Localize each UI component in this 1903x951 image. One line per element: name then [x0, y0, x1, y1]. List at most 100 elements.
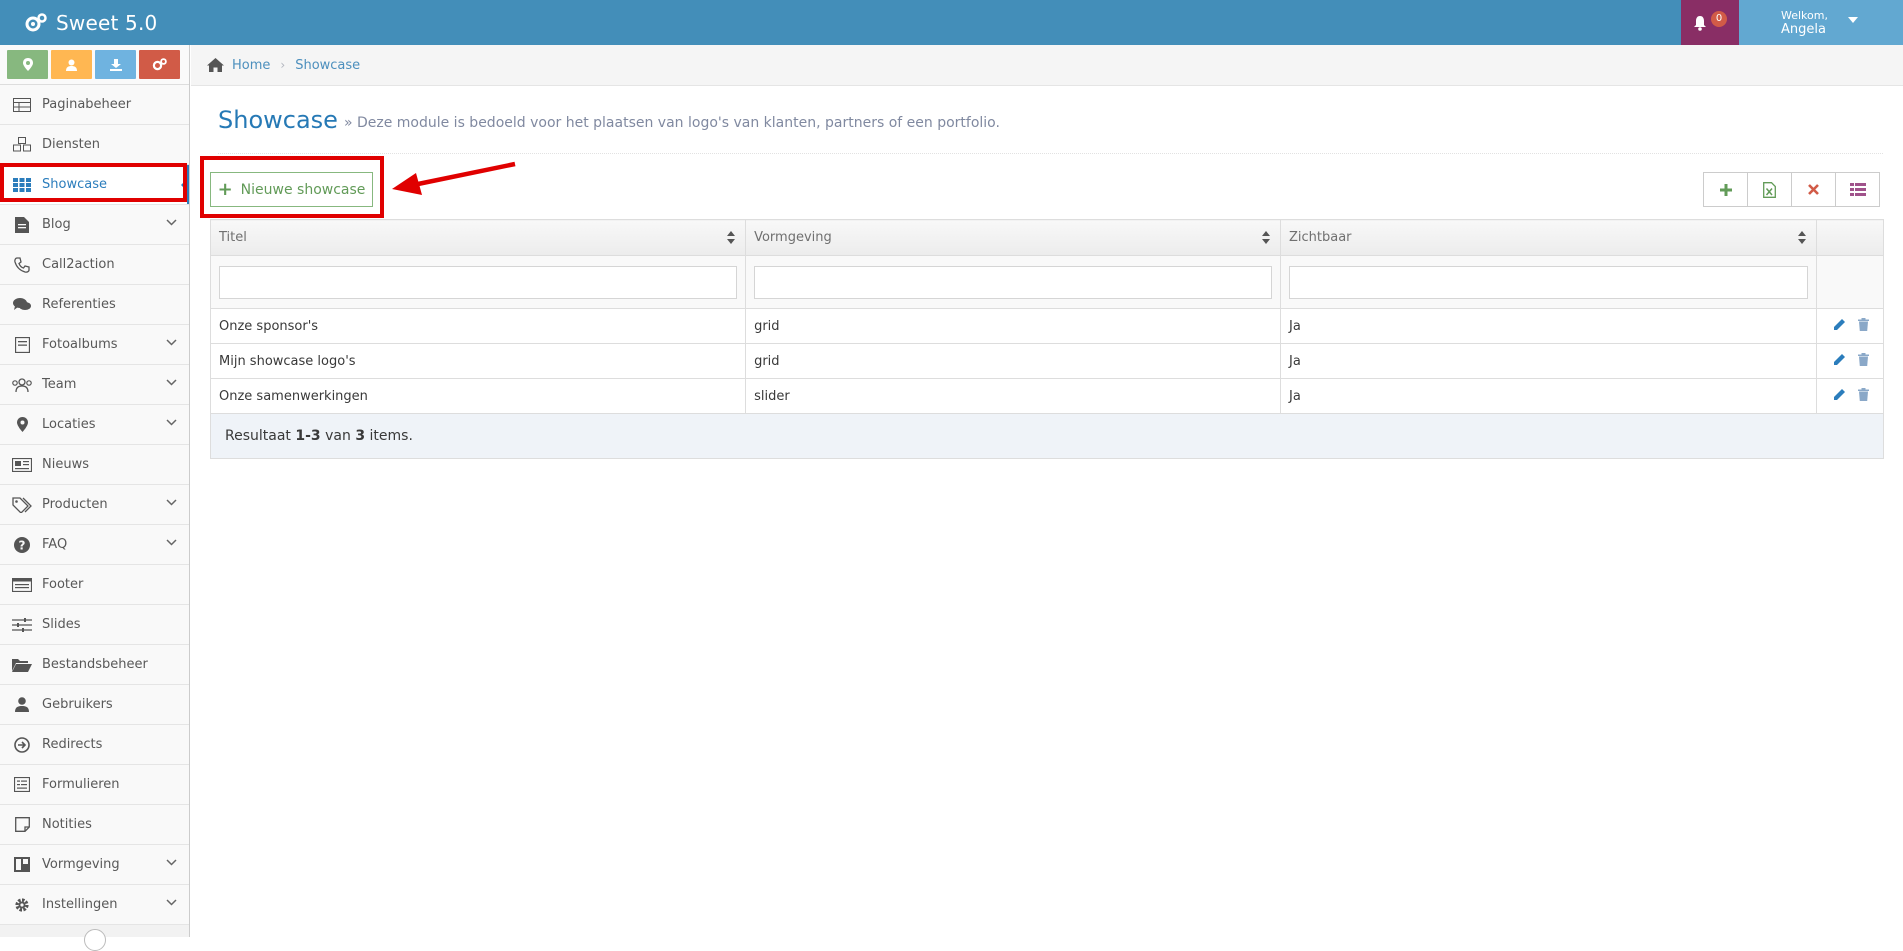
- breadcrumb-current[interactable]: Showcase: [295, 58, 360, 73]
- column-header-actions: [1815, 219, 1885, 256]
- trash-icon[interactable]: [1858, 317, 1869, 335]
- users-icon: [11, 376, 33, 394]
- trash-icon[interactable]: [1858, 352, 1869, 370]
- tags-icon: [11, 496, 33, 514]
- cog-icon: [11, 896, 33, 914]
- sidebar-item-bestandsbeheer[interactable]: Bestandsbeheer: [0, 645, 189, 685]
- breadcrumb-separator-icon: ›: [280, 58, 286, 72]
- sidebar: Paginabeheer Diensten Showcase Blog Call…: [0, 45, 190, 951]
- sidebar-item-vormgeving[interactable]: Vormgeving: [0, 845, 189, 885]
- sidebar-item-call2action[interactable]: Call2action: [0, 245, 189, 285]
- pencil-icon[interactable]: [1833, 318, 1846, 335]
- bell-icon: [1694, 15, 1706, 31]
- book-icon: [11, 336, 33, 354]
- sidebar-item-label: Call2action: [42, 257, 115, 272]
- chevron-down-icon: [166, 859, 177, 866]
- sidebar-item-footer[interactable]: Footer: [0, 565, 189, 605]
- sidebar-item-nieuws[interactable]: Nieuws: [0, 445, 189, 485]
- shortcut-user-button[interactable]: [51, 50, 92, 79]
- list-icon: [1849, 183, 1866, 196]
- chevron-down-icon: [166, 419, 177, 426]
- filter-zichtbaar-input[interactable]: [1289, 265, 1808, 299]
- user-menu[interactable]: Welkom, Angela: [1739, 0, 1903, 45]
- column-header-titel[interactable]: Titel: [209, 219, 747, 256]
- sidebar-item-label: Gebruikers: [42, 697, 113, 712]
- arrow-circle-icon: [11, 736, 33, 754]
- add-row-button[interactable]: [1703, 172, 1748, 207]
- sidebar-item-producten[interactable]: Producten: [0, 485, 189, 525]
- column-header-vormgeving[interactable]: Vormgeving: [745, 219, 1281, 256]
- table-row[interactable]: Onze samenwerkingen slider Ja: [209, 378, 1885, 414]
- sidebar-collapse-button[interactable]: [84, 929, 106, 951]
- sidebar-item-notities[interactable]: Notities: [0, 805, 189, 845]
- cell-zichtbaar: Ja: [1280, 343, 1817, 379]
- cell-zichtbaar: Ja: [1280, 308, 1817, 344]
- sidebar-item-faq[interactable]: ? FAQ: [0, 525, 189, 565]
- filter-titel-input[interactable]: [219, 265, 738, 299]
- map-marker-icon: [11, 416, 33, 434]
- chevron-down-icon: [166, 539, 177, 546]
- sort-icon: [1797, 231, 1806, 245]
- table-icon: [11, 96, 33, 114]
- question-icon: ?: [11, 536, 33, 554]
- sliders-icon: [11, 616, 33, 634]
- sidebar-shortcuts: [0, 45, 189, 85]
- sidebar-item-formulieren[interactable]: Formulieren: [0, 765, 189, 805]
- shortcut-location-button[interactable]: [7, 50, 48, 79]
- sidebar-item-paginabeheer[interactable]: Paginabeheer: [0, 85, 189, 125]
- notifications-button[interactable]: 0: [1681, 0, 1739, 45]
- cell-titel: Onze samenwerkingen: [209, 378, 747, 414]
- plus-icon: [1719, 183, 1732, 196]
- sidebar-item-gebruikers[interactable]: Gebruikers: [0, 685, 189, 725]
- sidebar-item-locaties[interactable]: Locaties: [0, 405, 189, 445]
- pencil-icon[interactable]: [1833, 388, 1846, 405]
- chevron-down-icon: [166, 499, 177, 506]
- export-excel-button[interactable]: [1747, 172, 1792, 207]
- sidebar-item-label: FAQ: [42, 537, 68, 552]
- cell-vormgeving: grid: [745, 308, 1281, 344]
- chevron-down-icon: [166, 219, 177, 226]
- sidebar-item-referenties[interactable]: Referenties: [0, 285, 189, 325]
- file-icon: [11, 216, 33, 234]
- sidebar-item-blog[interactable]: Blog: [0, 205, 189, 245]
- table-row[interactable]: Mijn showcase logo's grid Ja: [209, 343, 1885, 379]
- brand[interactable]: Sweet 5.0: [24, 0, 157, 45]
- sidebar-item-label: Locaties: [42, 417, 96, 432]
- shortcut-settings-button[interactable]: [139, 50, 180, 79]
- file-excel-icon: [1763, 181, 1776, 198]
- table-row[interactable]: Onze sponsor's grid Ja: [209, 308, 1885, 344]
- sidebar-item-team[interactable]: Team: [0, 365, 189, 405]
- delete-selected-button[interactable]: [1791, 172, 1836, 207]
- column-header-zichtbaar[interactable]: Zichtbaar: [1280, 219, 1817, 256]
- sidebar-item-redirects[interactable]: Redirects: [0, 725, 189, 765]
- table-summary: Resultaat 1-3 van 3 items.: [210, 413, 1884, 459]
- showcase-table: Titel Vormgeving Zichtbaar Onze sponsor'…: [209, 219, 1885, 459]
- sidebar-item-label: Footer: [42, 577, 84, 592]
- sidebar-item-instellingen[interactable]: Instellingen: [0, 885, 189, 925]
- table-toolbar: [1703, 172, 1880, 207]
- pencil-icon[interactable]: [1833, 353, 1846, 370]
- plus-icon: +: [217, 179, 233, 200]
- map-marker-icon: [22, 58, 33, 71]
- shortcut-download-button[interactable]: [95, 50, 136, 79]
- sidebar-item-label: Team: [42, 377, 77, 392]
- column-toggle-button[interactable]: [1835, 172, 1880, 207]
- new-showcase-button[interactable]: + Nieuwe showcase: [210, 172, 373, 207]
- sidebar-item-showcase[interactable]: Showcase: [0, 165, 189, 205]
- sidebar-item-label: Producten: [42, 497, 108, 512]
- sidebar-item-label: Blog: [42, 217, 71, 232]
- cell-vormgeving: grid: [745, 343, 1281, 379]
- trash-icon[interactable]: [1858, 387, 1869, 405]
- user-name: Angela: [1781, 21, 1826, 37]
- breadcrumb-home[interactable]: Home: [207, 58, 270, 73]
- sidebar-item-slides[interactable]: Slides: [0, 605, 189, 645]
- sidebar-item-fotoalbums[interactable]: Fotoalbums: [0, 325, 189, 365]
- sidebar-item-label: Bestandsbeheer: [42, 657, 148, 672]
- cell-titel: Mijn showcase logo's: [209, 343, 747, 379]
- sidebar-item-diensten[interactable]: Diensten: [0, 125, 189, 165]
- filter-vormgeving-input[interactable]: [754, 265, 1272, 299]
- sort-icon: [727, 231, 736, 245]
- breadcrumb-home-link[interactable]: Home: [232, 58, 270, 73]
- notification-count-badge: 0: [1711, 10, 1727, 27]
- caret-down-icon: [1847, 16, 1858, 23]
